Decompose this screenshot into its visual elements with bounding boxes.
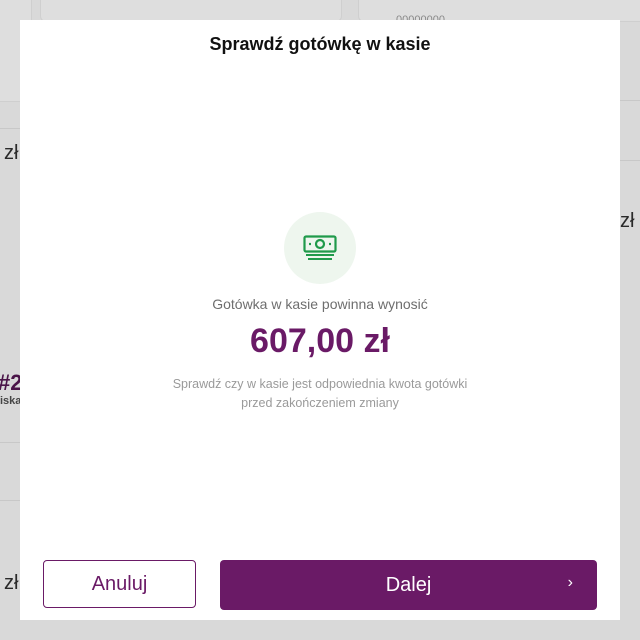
- chevron-right-icon: ›: [567, 574, 573, 591]
- background-card: [40, 0, 342, 22]
- dialog-title: Sprawdź gotówkę w kasie: [209, 34, 431, 54]
- cash-check-note: Sprawdź czy w kasie jest odpowiednia kwo…: [172, 377, 468, 410]
- cancel-button[interactable]: Anuluj: [43, 560, 196, 608]
- background-divider: [0, 442, 20, 443]
- expected-cash-amount: 607,00 zł: [250, 322, 390, 360]
- background-price-currency: zł: [4, 572, 19, 594]
- background-price-currency: zł: [620, 210, 635, 232]
- next-button-label: Dalej: [385, 573, 432, 596]
- expected-cash-label: Gotówka w kasie powinna wynosić: [212, 296, 428, 312]
- background-price-currency: zł: [4, 142, 19, 164]
- banknote-icon-badge: [284, 212, 356, 284]
- next-button[interactable]: Dalej ›: [220, 560, 597, 610]
- background-order-label: iska: [0, 395, 22, 407]
- background-divider: [620, 100, 640, 101]
- cash-check-dialog: Sprawdź gotówkę w kasie Gotówka w kasie …: [20, 20, 620, 620]
- background-divider: [0, 128, 20, 129]
- banknote-icon: [303, 235, 337, 260]
- background-divider: [620, 160, 640, 161]
- background-divider: [0, 500, 20, 501]
